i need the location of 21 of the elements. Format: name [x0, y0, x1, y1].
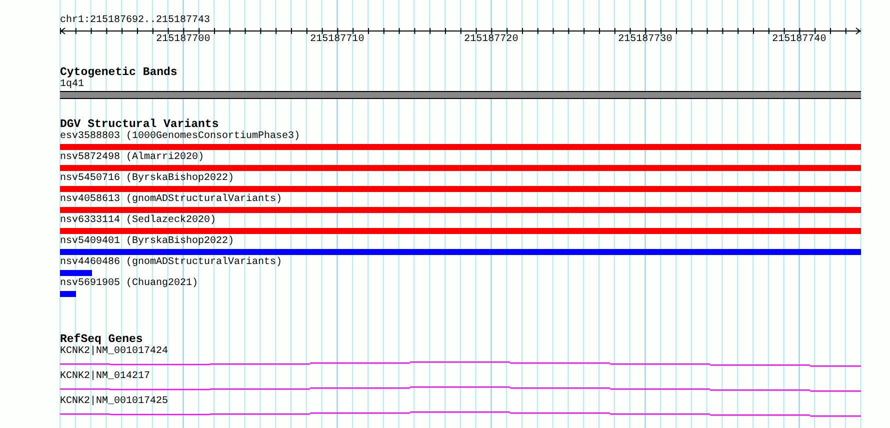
- gene-label: KCNK2|NM_001017425: [60, 396, 168, 408]
- variant-label: esv3588803 (1000GenomesConsortiumPhase3): [60, 131, 300, 143]
- variant-label: nsv6333114 (Sedlazeck2020): [60, 215, 216, 227]
- gene-label: KCNK2|NM_014217: [60, 371, 150, 383]
- variant-label: nsv5691905 (Chuang2021): [60, 278, 198, 290]
- track-title: RefSeq Genes: [60, 334, 143, 346]
- tick-label: 215187720: [464, 34, 518, 46]
- variant-label: nsv4058613 (gnomADStructuralVariants): [60, 194, 282, 206]
- variant-label: nsv5409401 (ByrskaBishop2022): [60, 236, 234, 248]
- band-label: 1q41: [60, 79, 84, 91]
- variant-label: nsv5450716 (ByrskaBishop2022): [60, 173, 234, 185]
- tick-label: 215187730: [618, 34, 672, 46]
- tick-label: 215187740: [772, 34, 826, 46]
- track-title: Cytogenetic Bands: [60, 67, 178, 79]
- tick-label: 215187700: [156, 34, 210, 46]
- variant-label: nsv5872498 (Almarri2020): [60, 152, 204, 164]
- gene-label: KCNK2|NM_001017424: [60, 346, 168, 358]
- track-title: DGV Structural Variants: [60, 119, 219, 131]
- tick-label: 215187710: [310, 34, 364, 46]
- variant-label: nsv4460486 (gnomADStructuralVariants): [60, 257, 282, 269]
- region-label: chr1:215187692..215187743: [60, 15, 210, 27]
